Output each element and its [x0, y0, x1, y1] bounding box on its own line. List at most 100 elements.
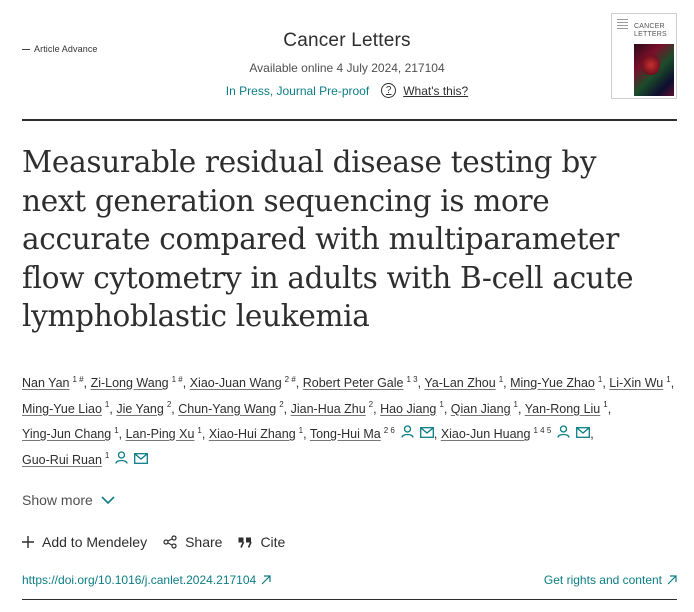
author-affiliation: 1	[197, 425, 202, 435]
author-affiliation: 1	[498, 374, 504, 384]
author-name[interactable]: Guo-Rui Ruan	[22, 453, 102, 467]
mendeley-label: Add to Mendeley	[42, 534, 148, 550]
author-name[interactable]: Xiao-Juan Wang	[190, 376, 282, 390]
author-item[interactable]: Ming-Yue Liao 1	[22, 400, 110, 416]
journal-cover-thumbnail[interactable]: CANCER LETTERS	[611, 13, 677, 99]
author-affiliation: 1	[114, 425, 119, 435]
author-list: Nan Yan 1 #, Zi-Long Wang 1 #, Xiao-Juan W…	[22, 371, 682, 473]
link-row: https://doi.org/10.1016/j.canlet.2024.21…	[22, 573, 677, 587]
author-affiliation: 1	[298, 425, 304, 435]
question-mark-icon: ?	[381, 83, 397, 98]
journal-title[interactable]: Cancer Letters	[120, 30, 574, 52]
author-affiliation: 2	[279, 400, 284, 410]
plus-icon	[22, 536, 34, 548]
author-name[interactable]: Nan Yan	[22, 376, 70, 390]
author-affiliation: 2	[166, 400, 172, 410]
author-name[interactable]: Yan-Rong Liu	[525, 402, 601, 416]
available-online: Available online 4 July 2024, 217104	[249, 61, 445, 75]
author-item[interactable]: Hao Jiang 1	[380, 400, 444, 416]
author-item[interactable]: Yan-Rong Liu 1	[525, 400, 608, 416]
author-affiliation: 2 6	[383, 425, 395, 435]
header-divider	[22, 119, 677, 121]
author-name[interactable]: Jie Yang	[116, 402, 164, 416]
author-item[interactable]: Jian-Hua Zhu 2	[291, 400, 374, 416]
author-item[interactable]: Tong-Hui Ma 2 6	[310, 425, 434, 441]
author-item[interactable]: Ya-Lan Zhou 1	[424, 374, 504, 390]
person-icon[interactable]	[115, 448, 129, 474]
author-item[interactable]: Ying-Jun Chang 1	[22, 425, 119, 441]
share-button[interactable]: Share	[163, 534, 222, 550]
author-affiliation: 1	[104, 451, 110, 461]
journal-header: Cancer Letters Available online 4 July 2…	[120, 30, 574, 98]
dash-icon	[22, 48, 30, 50]
author-name[interactable]: Jian-Hua Zhu	[291, 402, 366, 416]
author-name[interactable]: Ming-Yue Liao	[22, 402, 102, 416]
article-advance-label: Article Advance	[34, 44, 98, 54]
rights-label: Get rights and content	[543, 573, 662, 587]
author-affiliation: 1	[603, 400, 608, 410]
author-item[interactable]: Zi-Long Wang 1 #	[91, 374, 183, 390]
author-affiliation: 2 #	[284, 374, 296, 384]
author-affiliation: 1	[597, 374, 603, 384]
author-affiliation: 1 #	[72, 374, 84, 384]
article-title: Measurable residual disease testing by n…	[22, 145, 634, 333]
author-name[interactable]: Xiao-Hui Zhang	[209, 427, 296, 441]
author-item[interactable]: Ming-Yue Zhao 1	[510, 374, 603, 390]
author-item[interactable]: Nan Yan 1 #	[22, 374, 84, 390]
author-name[interactable]: Tong-Hui Ma	[310, 427, 381, 441]
author-item[interactable]: Xiao-Hui Zhang 1	[209, 425, 304, 441]
whats-this-link[interactable]: ? What's this?	[381, 83, 468, 98]
author-item[interactable]: Jie Yang 2	[116, 400, 172, 416]
get-rights-link[interactable]: Get rights and content	[544, 573, 677, 587]
quote-icon	[238, 537, 253, 548]
article-actions: Add to Mendeley Share Cite	[22, 534, 285, 550]
author-item[interactable]: Lan-Ping Xu 1	[126, 425, 202, 441]
add-to-mendeley-button[interactable]: Add to Mendeley	[22, 534, 147, 550]
show-more-button[interactable]: Show more	[22, 492, 115, 508]
author-name[interactable]: Li-Xin Wu	[609, 376, 663, 390]
author-item[interactable]: Qian Jiang 1	[451, 400, 518, 416]
author-name[interactable]: Robert Peter Gale	[303, 376, 404, 390]
author-affiliation: 1	[439, 400, 444, 410]
chevron-down-icon	[101, 495, 115, 504]
whats-this-label: What's this?	[403, 83, 469, 98]
person-icon[interactable]	[557, 422, 570, 448]
email-icon[interactable]	[576, 422, 591, 448]
author-item[interactable]: Guo-Rui Ruan 1	[22, 450, 149, 467]
author-item[interactable]: Li-Xin Wu 1	[609, 374, 671, 390]
author-name[interactable]: Lan-Ping Xu	[126, 427, 195, 441]
author-name[interactable]: Zi-Long Wang	[91, 376, 169, 390]
author-affiliation: 1 3	[406, 374, 418, 384]
author-item[interactable]: Chun-Yang Wang 2	[178, 400, 284, 416]
author-affiliation: 2	[368, 400, 374, 410]
author-affiliation: 1	[104, 400, 110, 410]
status-row: In Press, Journal Pre-proof ? What's thi…	[120, 83, 574, 98]
author-name[interactable]: Qian Jiang	[451, 402, 511, 416]
email-icon[interactable]	[419, 422, 434, 448]
author-affiliation: 1	[666, 374, 671, 384]
email-icon[interactable]	[134, 448, 149, 474]
author-item[interactable]: Xiao-Juan Wang 2 #	[190, 374, 296, 390]
cover-title: CANCER LETTERS	[634, 23, 667, 38]
cover-image	[634, 44, 674, 96]
author-name[interactable]: Hao Jiang	[380, 402, 436, 416]
author-affiliation: 1 #	[171, 374, 183, 384]
in-press-link[interactable]: In Press, Journal Pre-proof	[226, 84, 369, 98]
author-item[interactable]: Robert Peter Gale 1 3	[303, 374, 418, 390]
author-name[interactable]: Ya-Lan Zhou	[424, 376, 495, 390]
external-link-icon	[667, 575, 677, 585]
author-name[interactable]: Ming-Yue Zhao	[510, 376, 595, 390]
cite-button[interactable]: Cite	[238, 534, 285, 550]
share-icon	[163, 535, 177, 549]
doi-link[interactable]: https://doi.org/10.1016/j.canlet.2024.21…	[22, 573, 271, 587]
author-name[interactable]: Chun-Yang Wang	[178, 402, 276, 416]
external-link-icon	[261, 575, 271, 585]
author-name[interactable]: Xiao-Jun Huang	[441, 427, 531, 441]
show-more-label: Show more	[22, 492, 93, 508]
article-advance-badge: Article Advance	[22, 44, 98, 54]
author-affiliation: 1	[513, 400, 518, 410]
elsevier-logo-icon	[615, 17, 630, 55]
author-name[interactable]: Ying-Jun Chang	[22, 427, 111, 441]
author-item[interactable]: Xiao-Jun Huang 1 4 5	[441, 425, 591, 441]
person-icon[interactable]	[401, 422, 414, 448]
